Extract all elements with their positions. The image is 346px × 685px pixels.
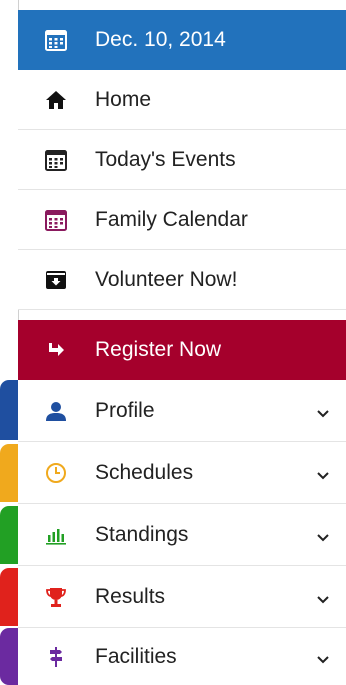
menu-item-family-calendar[interactable]: Family Calendar [18,190,346,250]
menu-item-home[interactable]: Home [18,70,346,130]
chevron-down-icon [314,467,332,485]
trophy-icon [43,584,69,610]
section-label: Profile [95,398,155,422]
date-header[interactable]: Dec. 10, 2014 [18,10,346,70]
calendar-icon [43,207,69,233]
menu-item-label: Today's Events [95,147,236,171]
section-label: Results [95,584,166,608]
menu-item-label: Family Calendar [95,207,248,231]
menu-item-volunteer-now[interactable]: Volunteer Now! [18,250,346,310]
chevron-down-icon [314,651,332,669]
chevron-down-icon [314,591,332,609]
standings-color-tab [0,506,18,564]
chevron-down-icon [314,529,332,547]
chevron-down-icon [314,405,332,423]
menu-item-todays-events[interactable]: Today's Events [18,130,346,190]
section-profile[interactable]: Profile [18,380,346,442]
bar-chart-icon [43,522,69,548]
section-facilities[interactable]: Facilities [18,628,346,685]
calendar-icon [43,147,69,173]
menu-item-label: Register Now [95,338,222,361]
section-standings[interactable]: Standings [18,504,346,566]
date-label: Dec. 10, 2014 [95,28,226,51]
share-arrow-icon [43,337,69,363]
signpost-icon [43,644,69,670]
inbox-download-icon [43,267,69,293]
user-icon [43,398,69,424]
calendar-icon [43,27,69,53]
section-label: Standings [95,522,189,546]
results-color-tab [0,568,18,626]
section-label: Schedules [95,460,194,484]
section-label: Facilities [95,644,177,668]
menu-item-label: Home [95,87,152,111]
schedules-color-tab [0,444,18,502]
section-schedules[interactable]: Schedules [18,442,346,504]
facilities-color-tab [0,628,18,685]
register-now-button[interactable]: Register Now [18,320,346,380]
section-results[interactable]: Results [18,566,346,628]
side-menu: Dec. 10, 2014 Home Today's Events Family… [0,0,346,685]
profile-color-tab [0,380,18,440]
home-icon [43,87,69,113]
menu-item-label: Volunteer Now! [95,267,238,291]
clock-icon [43,460,69,486]
